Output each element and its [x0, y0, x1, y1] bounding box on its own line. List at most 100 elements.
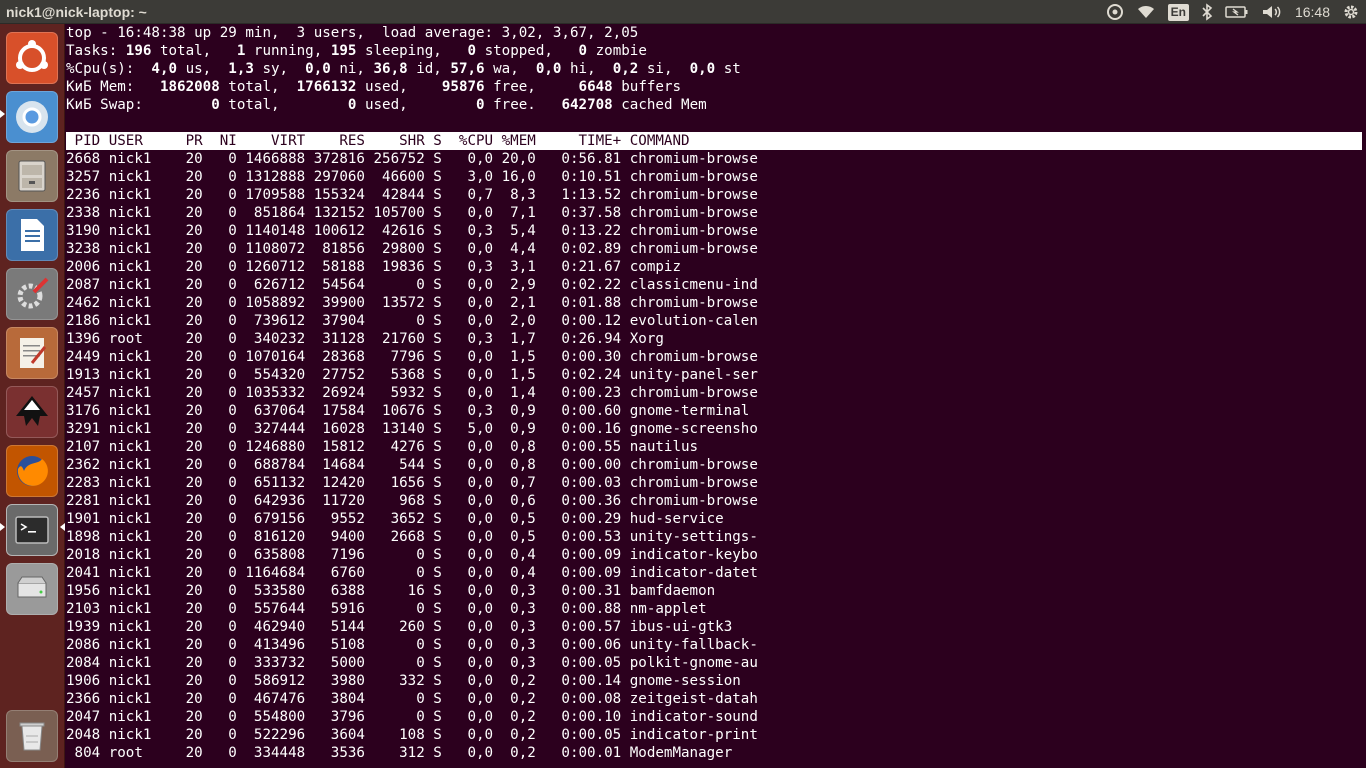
summary-segment: hi, — [561, 61, 613, 77]
summary-segment: total, — [151, 43, 237, 59]
trash-icon — [19, 722, 45, 751]
top-panel: nick1@nick-laptop: ~ En 16:48 — [0, 0, 1366, 24]
firefox-icon — [17, 456, 48, 486]
top-summary-swap: КиБ Swap: 0 total, 0 used, 0 free. 64270… — [66, 96, 1366, 114]
summary-segment: st — [715, 61, 741, 77]
summary-segment: wa, — [484, 61, 536, 77]
top-summary-cpu: %Cpu(s): 4,0 us, 1,3 sy, 0,0 ni, 36,8 id… — [66, 60, 1366, 78]
summary-segment: buffers — [612, 79, 682, 95]
summary-segment: 0 — [211, 97, 220, 113]
gear-icon[interactable] — [1342, 0, 1360, 24]
process-row: 2087 nick1 20 0 626712 54564 0 S 0,0 2,9… — [66, 277, 758, 293]
summary-segment: cached Mem — [612, 97, 707, 113]
process-row: 2086 nick1 20 0 413496 5108 0 S 0,0 0,3 … — [66, 637, 758, 653]
summary-segment: 0 — [467, 43, 477, 59]
summary-segment: 196 — [125, 43, 152, 59]
summary-segment: sy, — [253, 61, 306, 77]
process-row: 2047 nick1 20 0 554800 3796 0 S 0,0 0,2 … — [66, 709, 758, 725]
ubuntu-one-icon[interactable] — [1106, 0, 1124, 24]
launcher-inkscape[interactable] — [6, 386, 58, 438]
process-row: 1901 nick1 20 0 679156 9552 3652 S 0,0 0… — [66, 511, 758, 527]
summary-segment: total, — [219, 79, 297, 95]
summary-segment: 95876 — [441, 79, 485, 95]
summary-segment: 4,0 — [151, 61, 178, 77]
process-row: 2338 nick1 20 0 851864 132152 105700 S 0… — [66, 205, 758, 221]
launcher-trash[interactable] — [6, 710, 58, 762]
launcher-terminal[interactable] — [6, 504, 58, 556]
inkscape-icon — [16, 396, 48, 426]
summary-segment: 0,0 — [305, 61, 331, 77]
launcher-chromium[interactable] — [6, 91, 58, 143]
summary-segment: КиБ Mem: — [66, 79, 160, 95]
running-indicator — [0, 110, 5, 118]
summary-segment: 1862008 — [159, 79, 220, 95]
process-row: 2457 nick1 20 0 1035332 26924 5932 S 0,0… — [66, 385, 758, 401]
settings-wrench-icon — [17, 277, 49, 309]
process-row: 2186 nick1 20 0 739612 37904 0 S 0,0 2,0… — [66, 313, 758, 329]
keyboard-layout-indicator[interactable]: En — [1167, 0, 1189, 24]
summary-segment: running, — [245, 43, 331, 59]
process-row: 3238 nick1 20 0 1108072 81856 29800 S 0,… — [66, 241, 758, 257]
process-row: 2006 nick1 20 0 1260712 58188 19836 S 0,… — [66, 259, 758, 275]
focused-indicator — [60, 523, 65, 531]
summary-segment: 0,0 — [535, 61, 562, 77]
terminal-output[interactable]: top - 16:48:38 up 29 min, 3 users, load … — [66, 24, 1366, 768]
language-label: En — [1167, 3, 1189, 21]
summary-segment: 6648 — [578, 79, 613, 95]
process-row: 2283 nick1 20 0 651132 12420 1656 S 0,0 … — [66, 475, 758, 491]
volume-icon[interactable] — [1261, 0, 1283, 24]
summary-segment: used, — [356, 97, 477, 113]
launcher-ubuntu-dash[interactable] — [6, 32, 58, 84]
summary-segment: si, — [638, 61, 690, 77]
process-row: 3291 nick1 20 0 327444 16028 13140 S 5,0… — [66, 421, 758, 437]
process-row: 2041 nick1 20 0 1164684 6760 0 S 0,0 0,4… — [66, 565, 758, 581]
summary-segment: 0 — [476, 97, 485, 113]
launcher-system-settings[interactable] — [6, 268, 58, 320]
process-row: 2462 nick1 20 0 1058892 39900 13572 S 0,… — [66, 295, 758, 311]
summary-segment: 1,3 — [228, 61, 254, 77]
summary-segment: zombie — [587, 43, 647, 59]
summary-segment: 1766132 — [296, 79, 357, 95]
process-row: 1396 root 20 0 340232 31128 21760 S 0,3 … — [66, 331, 758, 347]
summary-segment: 36,8 — [373, 61, 408, 77]
summary-segment: 0,0 — [689, 61, 716, 77]
process-row: 3190 nick1 20 0 1140148 100612 42616 S 0… — [66, 223, 758, 239]
process-row: 2084 nick1 20 0 333732 5000 0 S 0,0 0,3 … — [66, 655, 758, 671]
process-row: 1906 nick1 20 0 586912 3980 332 S 0,0 0,… — [66, 673, 758, 689]
launcher-text-editor[interactable] — [6, 327, 58, 379]
process-row: 2362 nick1 20 0 688784 14684 544 S 0,0 0… — [66, 457, 758, 473]
wifi-icon[interactable] — [1136, 0, 1156, 24]
summary-segment: sleeping, — [356, 43, 468, 59]
process-row: 2281 nick1 20 0 642936 11720 968 S 0,0 0… — [66, 493, 758, 509]
launcher-writer[interactable] — [6, 209, 58, 261]
top-summary-tasks: Tasks: 196 total, 1 running, 195 sleepin… — [66, 42, 1366, 60]
clock[interactable]: 16:48 — [1295, 0, 1330, 24]
launcher-firefox[interactable] — [6, 445, 58, 497]
summary-segment: 0,2 — [612, 61, 639, 77]
launcher-disks[interactable] — [6, 563, 58, 615]
process-row: 804 root 20 0 334448 3536 312 S 0,0 0,2 … — [66, 745, 758, 761]
process-row: 2107 nick1 20 0 1246880 15812 4276 S 0,0… — [66, 439, 758, 455]
process-row: 2048 nick1 20 0 522296 3604 108 S 0,0 0,… — [66, 727, 758, 743]
terminal-icon — [15, 516, 49, 544]
summary-segment: us, — [177, 61, 229, 77]
text-editor-icon — [20, 338, 47, 368]
bluetooth-icon[interactable] — [1201, 0, 1213, 24]
process-row: 1939 nick1 20 0 462940 5144 260 S 0,0 0,… — [66, 619, 758, 635]
disk-drive-icon — [17, 576, 47, 598]
document-icon — [21, 219, 44, 251]
process-row: 2668 nick1 20 0 1466888 372816 256752 S … — [66, 151, 758, 167]
summary-segment: free, — [484, 79, 579, 95]
indicator-area: En 16:48 — [1100, 0, 1366, 24]
process-row: 1898 nick1 20 0 816120 9400 2668 S 0,0 0… — [66, 529, 758, 545]
launcher-files[interactable] — [6, 150, 58, 202]
battery-icon[interactable] — [1225, 0, 1249, 24]
process-row: 2449 nick1 20 0 1070164 28368 7796 S 0,0… — [66, 349, 758, 365]
summary-segment: КиБ Swap: — [66, 97, 212, 113]
summary-segment: total, — [219, 97, 348, 113]
chromium-icon — [16, 101, 48, 133]
process-row: 2236 nick1 20 0 1709588 155324 42844 S 0… — [66, 187, 758, 203]
process-row: 3176 nick1 20 0 637064 17584 10676 S 0,3… — [66, 403, 758, 419]
summary-segment: 195 — [330, 43, 357, 59]
